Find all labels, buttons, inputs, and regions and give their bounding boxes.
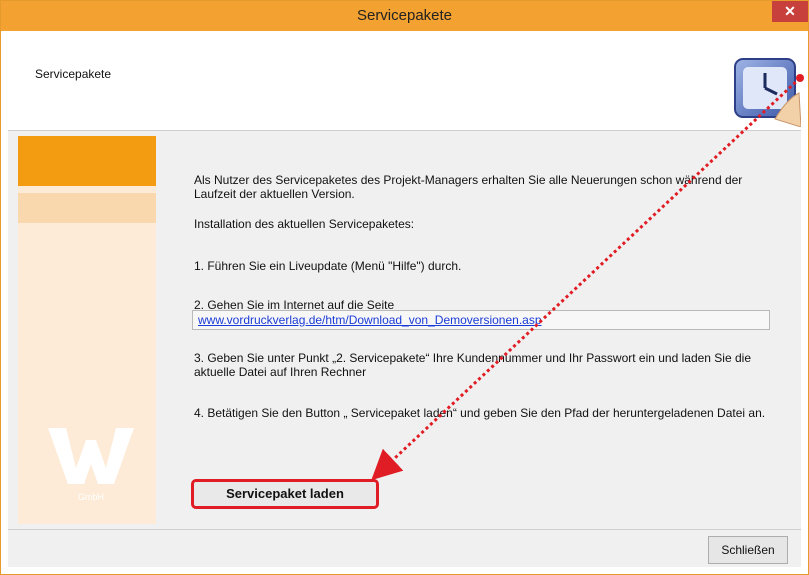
svg-text:GmbH: GmbH: [78, 492, 104, 502]
url-field[interactable]: www.vordruckverlag.de/htm/Download_von_D…: [192, 310, 770, 330]
instructions-panel: Als Nutzer des Servicepaketes des Projek…: [156, 136, 801, 524]
footer-divider: [8, 529, 801, 530]
window-close-button[interactable]: ✕: [772, 1, 808, 22]
load-servicepack-button[interactable]: Servicepaket laden: [191, 479, 379, 509]
download-url-link[interactable]: www.vordruckverlag.de/htm/Download_von_D…: [198, 313, 542, 327]
step-4-text: 4. Betätigen Sie den Button „ Servicepak…: [194, 406, 766, 420]
sidebar-decoration: GmbH: [18, 136, 156, 524]
title-bar[interactable]: Servicepakete ✕: [1, 1, 808, 31]
step-1-text: 1. Führen Sie ein Liveupdate (Menü "Hilf…: [194, 259, 462, 273]
dialog-window: Servicepakete ✕ Servicepakete GmbH Als N…: [0, 0, 809, 575]
window-title: Servicepakete: [356, 7, 453, 24]
company-logo: GmbH: [48, 428, 134, 502]
intro-text: Als Nutzer des Servicepaketes des Projek…: [194, 173, 743, 201]
step-3-text: 3. Geben Sie unter Punkt „2. Servicepake…: [194, 351, 751, 379]
install-heading: Installation des aktuellen Servicepakete…: [194, 217, 415, 231]
clock-icon: [734, 58, 801, 127]
sidebar-accent-bar: [18, 136, 156, 186]
sidebar-light-bar: [18, 193, 156, 223]
close-button[interactable]: Schließen: [708, 536, 788, 564]
header-title: Servicepakete: [35, 67, 112, 81]
dialog-header: Servicepakete: [8, 31, 801, 131]
dialog-client-area: Servicepakete GmbH Als Nutzer des Servic…: [8, 31, 801, 567]
